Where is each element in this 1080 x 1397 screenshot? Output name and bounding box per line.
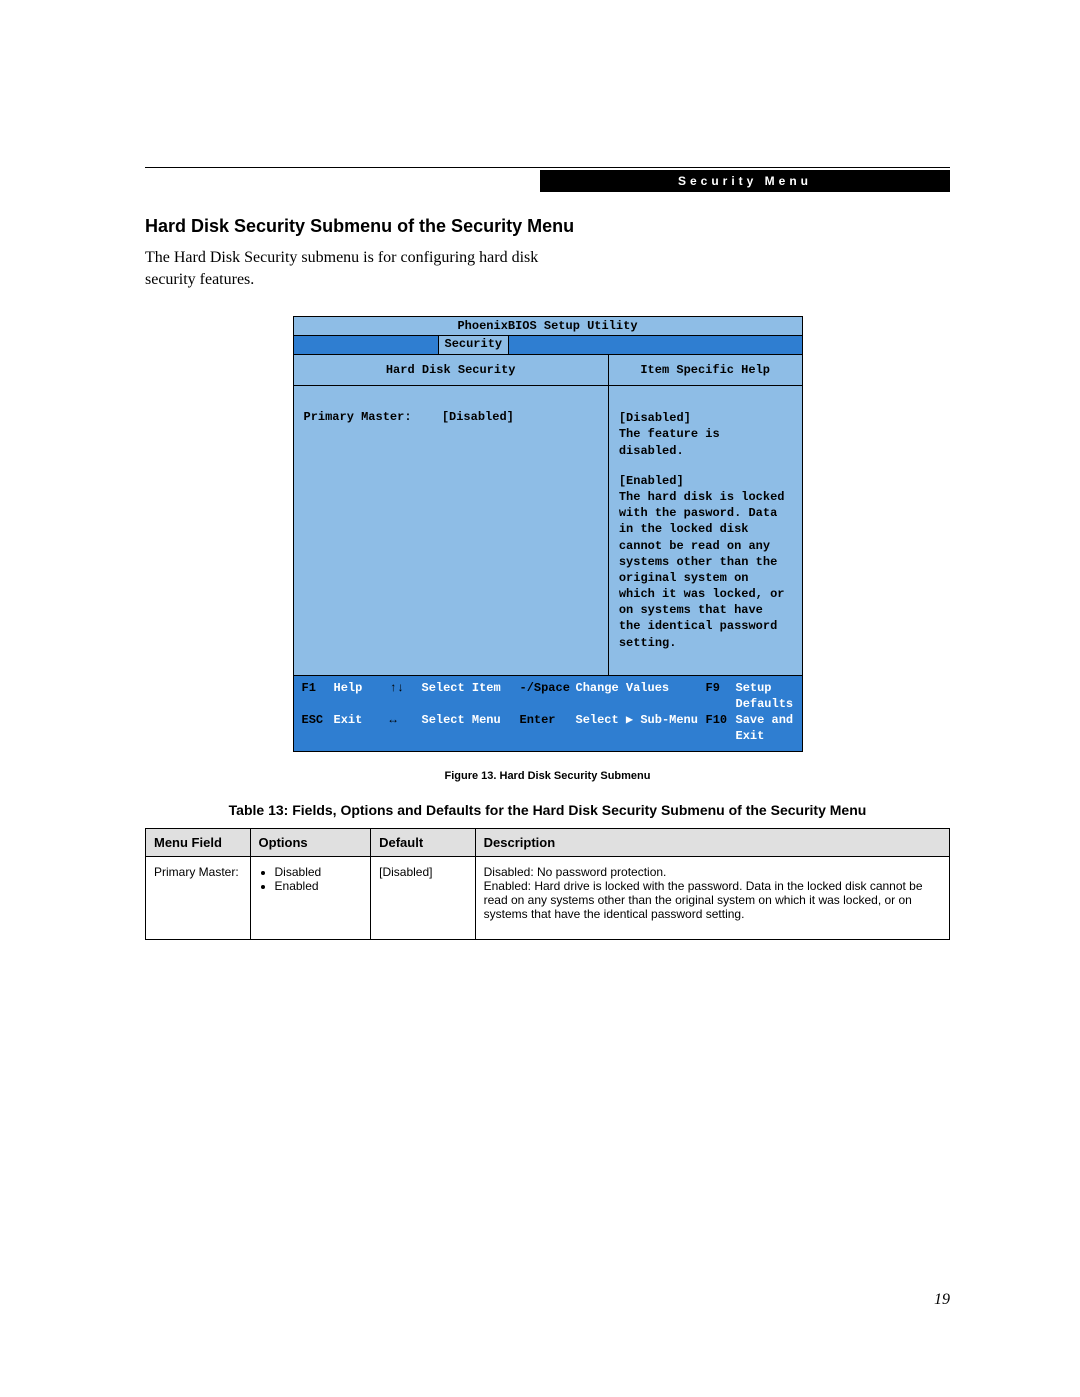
help-enabled-block: [Enabled] The hard disk is locked with t… bbox=[619, 473, 792, 651]
bios-right-column: Item Specific Help [Disabled] The featur… bbox=[609, 355, 802, 675]
bios-main: Hard Disk Security Primary Master: [Disa… bbox=[294, 355, 802, 675]
table-row: Primary Master: Disabled Enabled [Disabl… bbox=[146, 856, 950, 939]
td-menu-field: Primary Master: bbox=[146, 856, 251, 939]
top-rule bbox=[145, 167, 950, 168]
td-options: Disabled Enabled bbox=[250, 856, 371, 939]
help-enabled-body: The hard disk is locked with the pasword… bbox=[619, 489, 792, 651]
footer-key-enter: Enter bbox=[520, 712, 576, 744]
header-banner: Security Menu bbox=[540, 170, 950, 192]
page: Security Menu Hard Disk Security Submenu… bbox=[0, 0, 1080, 1397]
table-caption: Table 13: Fields, Options and Defaults f… bbox=[145, 802, 950, 818]
td-default: [Disabled] bbox=[371, 856, 476, 939]
figure-caption: Figure 13. Hard Disk Security Submenu bbox=[145, 770, 950, 782]
footer-key-f9: F9 bbox=[706, 680, 736, 712]
bios-left-header: Hard Disk Security bbox=[294, 355, 608, 386]
bios-field-row: Primary Master: [Disabled] bbox=[304, 410, 598, 424]
footer-label-setup-defaults: Setup Defaults bbox=[736, 680, 794, 712]
footer-key-arrows-v: ↑↓ bbox=[390, 680, 422, 712]
help-enabled-head: [Enabled] bbox=[619, 473, 792, 489]
opt-enabled: Enabled bbox=[275, 879, 363, 893]
bios-tab-security: Security bbox=[438, 336, 510, 354]
th-menu-field: Menu Field bbox=[146, 828, 251, 856]
footer-label-select-menu: Select Menu bbox=[422, 712, 501, 744]
bios-box: PhoenixBIOS Setup Utility Security Hard … bbox=[293, 316, 803, 751]
td-description: Disabled: No password protection. Enable… bbox=[475, 856, 949, 939]
bios-footer-row-2: ESCExit ↔Select Menu Enter Select ▶ Sub-… bbox=[302, 712, 794, 744]
bios-tab-row: Security bbox=[294, 336, 802, 355]
page-number: 19 bbox=[934, 1291, 950, 1309]
footer-label-save-exit: Save and Exit bbox=[736, 712, 794, 744]
footer-key-space: -/Space bbox=[520, 680, 576, 712]
footer-label-select-item: Select Item bbox=[422, 680, 501, 712]
th-description: Description bbox=[475, 828, 949, 856]
th-default: Default bbox=[371, 828, 476, 856]
footer-key-esc: ESC bbox=[302, 712, 334, 744]
help-disabled-head: [Disabled] bbox=[619, 410, 792, 426]
bios-field-value: [Disabled] bbox=[442, 410, 514, 424]
bios-left-column: Hard Disk Security Primary Master: [Disa… bbox=[294, 355, 609, 675]
intro-paragraph: The Hard Disk Security submenu is for co… bbox=[145, 247, 575, 290]
bios-help-body: [Disabled] The feature is disabled. [Ena… bbox=[609, 386, 802, 675]
help-disabled-block: [Disabled] The feature is disabled. bbox=[619, 410, 792, 459]
footer-key-f10: F10 bbox=[706, 712, 736, 744]
opt-disabled: Disabled bbox=[275, 865, 363, 879]
help-disabled-body: The feature is disabled. bbox=[619, 426, 792, 458]
footer-label-help: Help bbox=[334, 680, 363, 712]
content: Hard Disk Security Submenu of the Securi… bbox=[145, 216, 950, 940]
footer-label-exit: Exit bbox=[334, 712, 363, 744]
bios-title: PhoenixBIOS Setup Utility bbox=[294, 317, 802, 336]
bios-right-header: Item Specific Help bbox=[609, 355, 802, 386]
section-title: Hard Disk Security Submenu of the Securi… bbox=[145, 216, 950, 237]
bios-figure: PhoenixBIOS Setup Utility Security Hard … bbox=[293, 316, 803, 751]
bios-left-body: Primary Master: [Disabled] bbox=[294, 386, 608, 612]
footer-key-arrows-h: ↔ bbox=[390, 712, 422, 744]
bios-field-label: Primary Master: bbox=[304, 410, 442, 424]
bios-footer: F1Help ↑↓Select Item -/Space Change Valu… bbox=[294, 675, 802, 751]
spec-table: Menu Field Options Default Description P… bbox=[145, 828, 950, 940]
bios-footer-row-1: F1Help ↑↓Select Item -/Space Change Valu… bbox=[302, 680, 794, 712]
table-header-row: Menu Field Options Default Description bbox=[146, 828, 950, 856]
footer-label-change-values: Change Values bbox=[576, 680, 706, 712]
footer-label-select-submenu: Select ▶ Sub-Menu bbox=[576, 712, 706, 744]
footer-key-f1: F1 bbox=[302, 680, 334, 712]
th-options: Options bbox=[250, 828, 371, 856]
